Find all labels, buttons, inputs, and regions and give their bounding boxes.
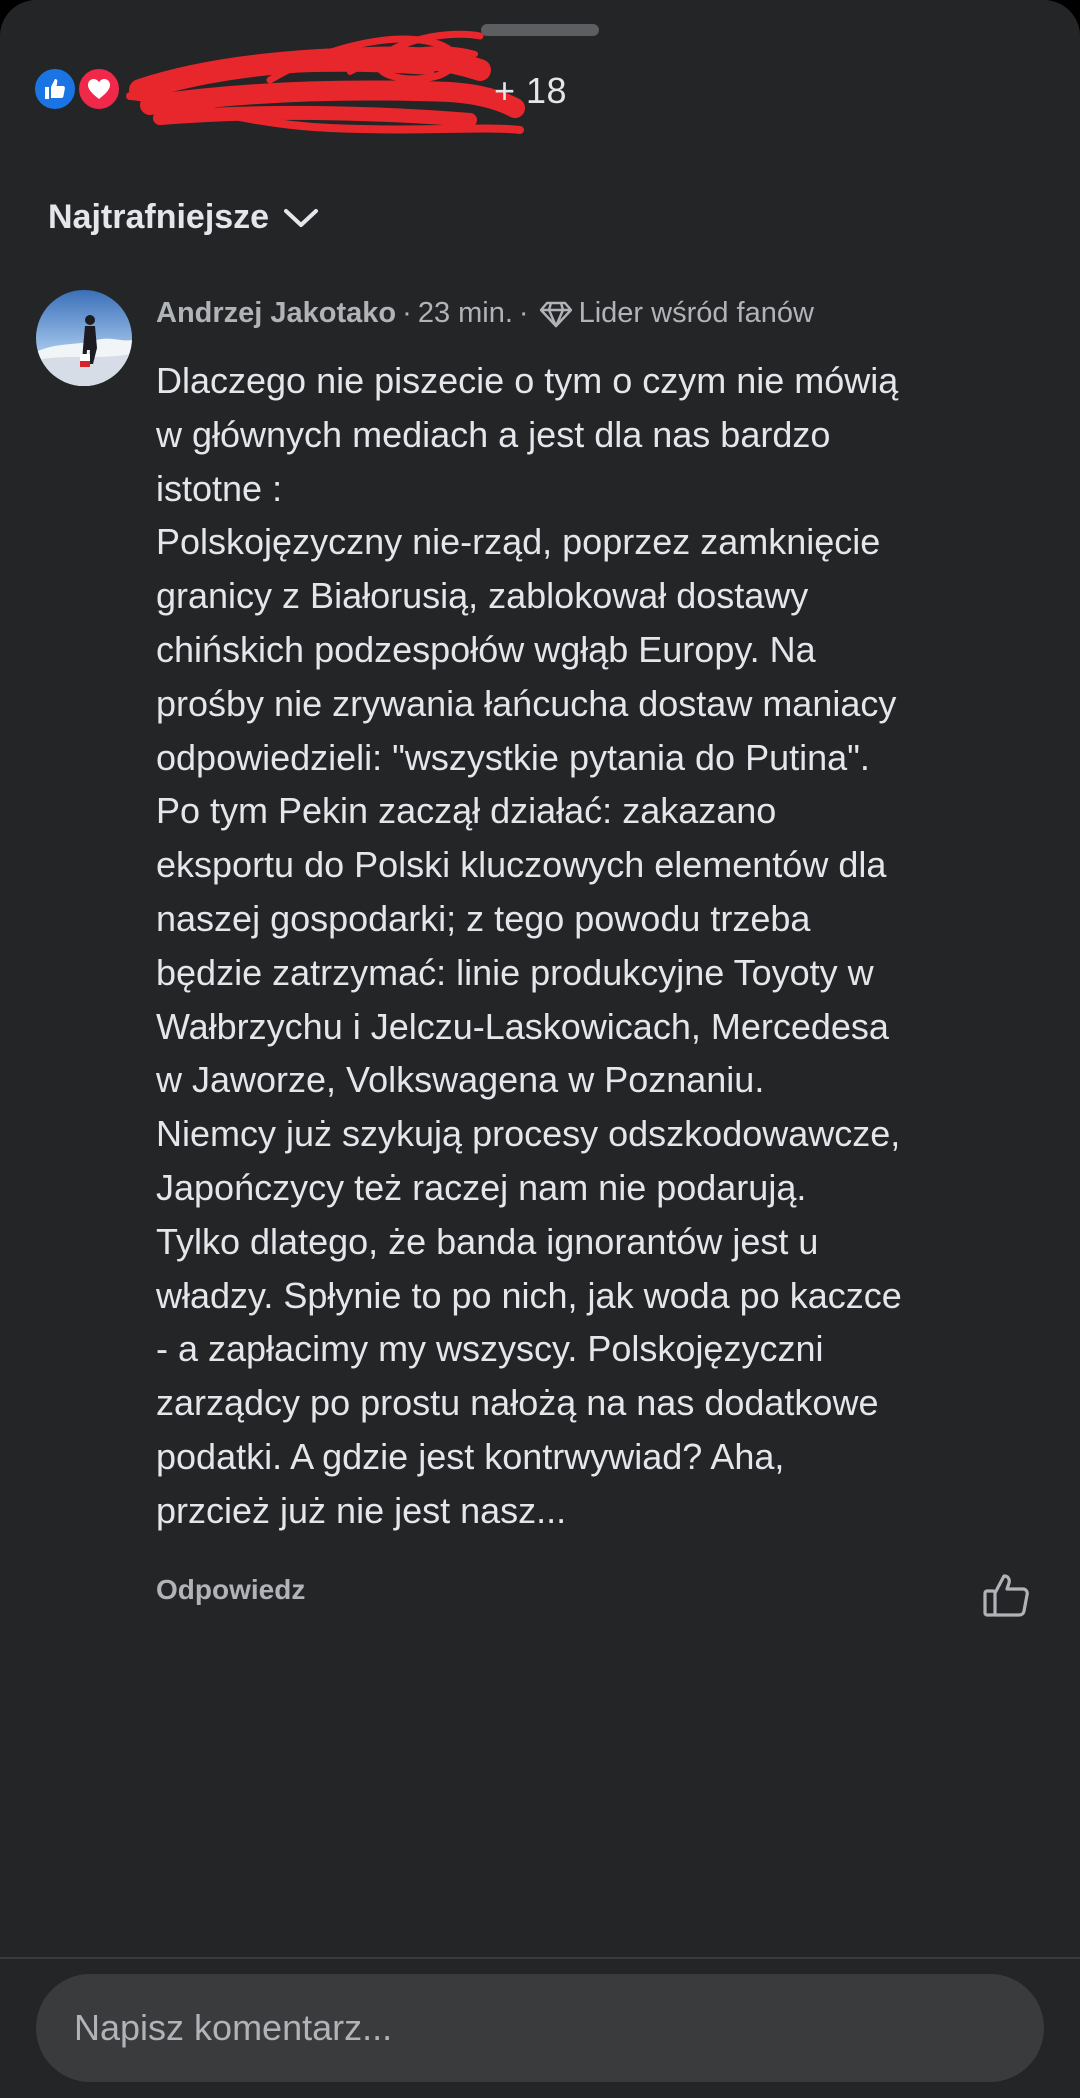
comment-line: przcież już nie jest nasz...	[156, 1489, 567, 1531]
comment-line: w głównych mediach a jest dla nas bardzo	[156, 413, 831, 455]
sort-dropdown[interactable]: Najtrafniejsze	[48, 198, 319, 237]
comment-meta: Andrzej Jakotako · 23 min. · Lider wśród…	[156, 297, 814, 330]
comment-line: prośby nie zrywania łańcucha dostaw mani…	[156, 682, 897, 724]
reply-button[interactable]: Odpowiedz	[156, 1574, 305, 1606]
comment-line: podatki. A gdzie jest kontrwywiad? Aha,	[156, 1435, 785, 1477]
chevron-down-icon	[284, 208, 319, 227]
comment-time[interactable]: 23 min.	[418, 297, 513, 330]
comment-line: będzie zatrzymać: linie produkcyjne Toyo…	[156, 951, 874, 993]
love-reaction-icon	[76, 66, 122, 112]
comment-author[interactable]: Andrzej Jakotako	[156, 297, 396, 330]
comment-composer[interactable]	[36, 1974, 1044, 2082]
comment-line: istotne :	[156, 467, 283, 509]
comment-line: - a zapłacimy my wszyscy. Polskojęzyczni	[156, 1328, 824, 1370]
comment-line: Japończycy też raczej nam nie podarują.	[156, 1166, 807, 1208]
reaction-count[interactable]: + 18	[494, 70, 567, 112]
meta-separator: ·	[402, 297, 412, 329]
author-avatar[interactable]	[36, 290, 132, 386]
comment-body: Dlaczego nie piszecie o tym o czym nie m…	[156, 354, 1056, 1538]
comment-line: Tylko dlatego, że banda ignorantów jest …	[156, 1220, 819, 1262]
comment-line: Niemcy już szykują procesy odszkodowawcz…	[156, 1113, 901, 1155]
meta-separator: ·	[518, 297, 529, 329]
comment-line: Polskojęzyczny nie-rząd, poprzez zamknię…	[156, 521, 881, 563]
diamond-icon	[539, 301, 572, 327]
fan-badge-label: Lider wśród fanów	[578, 297, 814, 329]
thumbs-up-icon[interactable]	[982, 1572, 1032, 1618]
like-reaction-icon	[32, 66, 78, 112]
comment-line: w Jaworze, Volkswagena w Poznaniu.	[156, 1059, 765, 1101]
sort-label: Najtrafniejsze	[48, 198, 270, 236]
comments-sheet: + 18 Najtrafniejsze Andrzej Jakotako · 2…	[0, 0, 1080, 2098]
comment-line: zarządcy po prostu nałożą na nas dodatko…	[156, 1382, 879, 1424]
redaction-scribble	[126, 30, 525, 134]
comment-line: granicy z Białorusią, zablokował dostawy	[156, 575, 809, 617]
comment-line: naszej gospodarki; z tego powodu trzeba	[156, 897, 811, 939]
comment-line: władzy. Spłynie to po nich, jak woda po …	[156, 1274, 902, 1316]
comment-line: Dlaczego nie piszecie o tym o czym nie m…	[156, 360, 899, 401]
comment-line: chińskich podzespołów wgłąb Europy. Na	[156, 628, 816, 670]
comment-line: Po tym Pekin zaczął działać: zakazano	[156, 790, 777, 832]
comment-input[interactable]	[72, 2006, 996, 2050]
comment-line: odpowiedzieli: "wszystkie pytania do Put…	[156, 736, 870, 778]
composer-divider	[0, 1957, 1080, 1959]
comment-line: Wałbrzychu i Jelczu-Laskowicach, Mercede…	[156, 1005, 889, 1047]
comment-line: eksportu do Polski kluczowych elementów …	[156, 844, 887, 886]
